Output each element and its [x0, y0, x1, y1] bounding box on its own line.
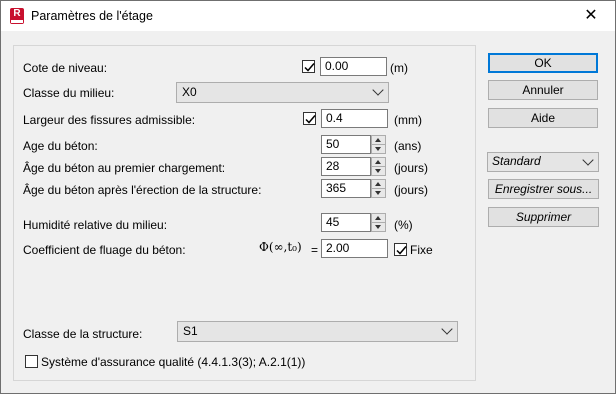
- spin-up-icon[interactable]: [372, 214, 385, 223]
- assurance-qualite-label: Système d'assurance qualité (4.4.1.3(3);…: [41, 355, 306, 369]
- fixe-checkbox[interactable]: [394, 243, 407, 256]
- spin-down-icon[interactable]: [372, 167, 385, 175]
- humidite-unit: (%): [394, 218, 413, 232]
- ok-button[interactable]: OK: [488, 53, 598, 73]
- spin-down-icon[interactable]: [372, 223, 385, 231]
- cote-niveau-input[interactable]: 0.00: [320, 57, 387, 76]
- age-erection-input[interactable]: 365: [321, 179, 371, 198]
- chevron-down-icon: [441, 323, 453, 335]
- chevron-down-icon: [582, 154, 594, 166]
- humidite-input[interactable]: 45: [321, 213, 371, 232]
- spin-down-icon[interactable]: [372, 145, 385, 153]
- window-title: Paramètres de l'étage: [31, 9, 153, 23]
- check-icon: [304, 63, 315, 72]
- annuler-button[interactable]: Annuler: [488, 80, 598, 100]
- humidite-label: Humidité relative du milieu:: [23, 218, 168, 232]
- supprimer-button[interactable]: Supprimer: [488, 207, 599, 227]
- spin-up-icon[interactable]: [372, 136, 385, 145]
- age-beton-label: Age du béton:: [23, 139, 98, 153]
- standard-select[interactable]: Standard: [487, 152, 599, 172]
- largeur-fissures-unit: (mm): [394, 113, 422, 127]
- age-beton-spinner[interactable]: [371, 135, 386, 154]
- largeur-fissures-input[interactable]: 0.4: [321, 109, 388, 128]
- largeur-fissures-checkbox[interactable]: [303, 112, 316, 125]
- fluage-input[interactable]: 2.00: [321, 239, 388, 258]
- aide-button[interactable]: Aide: [488, 108, 598, 128]
- classe-milieu-label: Classe du milieu:: [23, 86, 115, 100]
- age-premier-chargement-unit: (jours): [394, 161, 429, 175]
- chevron-down-icon: [372, 84, 384, 96]
- cote-niveau-label: Cote de niveau:: [23, 61, 108, 75]
- age-erection-spinner[interactable]: [371, 179, 386, 198]
- spin-up-icon[interactable]: [372, 158, 385, 167]
- title-bar: R Paramètres de l'étage ✕: [1, 1, 615, 31]
- assurance-qualite-checkbox[interactable]: [25, 355, 38, 368]
- age-premier-chargement-input[interactable]: 28: [321, 157, 371, 176]
- app-icon-letter: R: [13, 8, 21, 19]
- age-erection-unit: (jours): [394, 183, 429, 197]
- cote-niveau-checkbox[interactable]: [302, 60, 315, 73]
- humidite-spinner[interactable]: [371, 213, 386, 232]
- age-premier-chargement-label: Âge du béton au premier chargement:: [23, 161, 226, 175]
- check-icon: [305, 115, 316, 124]
- spin-up-icon[interactable]: [372, 180, 385, 189]
- classe-milieu-select[interactable]: X0: [176, 82, 389, 103]
- cote-niveau-unit: (m): [390, 61, 408, 75]
- dialog-window: R Paramètres de l'étage ✕ Cote de niveau…: [0, 0, 616, 394]
- fixe-label: Fixe: [410, 243, 433, 257]
- age-beton-input[interactable]: 50: [321, 135, 371, 154]
- classe-structure-value: S1: [183, 324, 198, 338]
- age-erection-label: Âge du béton après l'érection de la stru…: [23, 183, 262, 197]
- classe-structure-select[interactable]: S1: [177, 321, 458, 342]
- largeur-fissures-label: Largeur des fissures admissible:: [23, 113, 196, 127]
- fluage-equals: =: [311, 243, 319, 257]
- app-icon: R: [10, 8, 24, 24]
- fluage-label: Coefficient de fluage du béton:: [23, 243, 186, 257]
- dialog-client: Cote de niveau: 0.00 (m) Classe du milie…: [1, 31, 615, 393]
- enregistrer-sous-button[interactable]: Enregistrer sous...: [488, 179, 599, 199]
- age-premier-chargement-spinner[interactable]: [371, 157, 386, 176]
- classe-structure-label: Classe de la structure:: [23, 327, 143, 341]
- age-beton-unit: (ans): [394, 139, 422, 153]
- standard-select-value: Standard: [492, 154, 541, 168]
- spin-down-icon[interactable]: [372, 189, 385, 197]
- close-icon[interactable]: ✕: [579, 7, 603, 27]
- fluage-symbol: Φ(∞,t₀): [259, 240, 302, 254]
- classe-milieu-value: X0: [182, 85, 197, 99]
- check-icon: [396, 246, 407, 255]
